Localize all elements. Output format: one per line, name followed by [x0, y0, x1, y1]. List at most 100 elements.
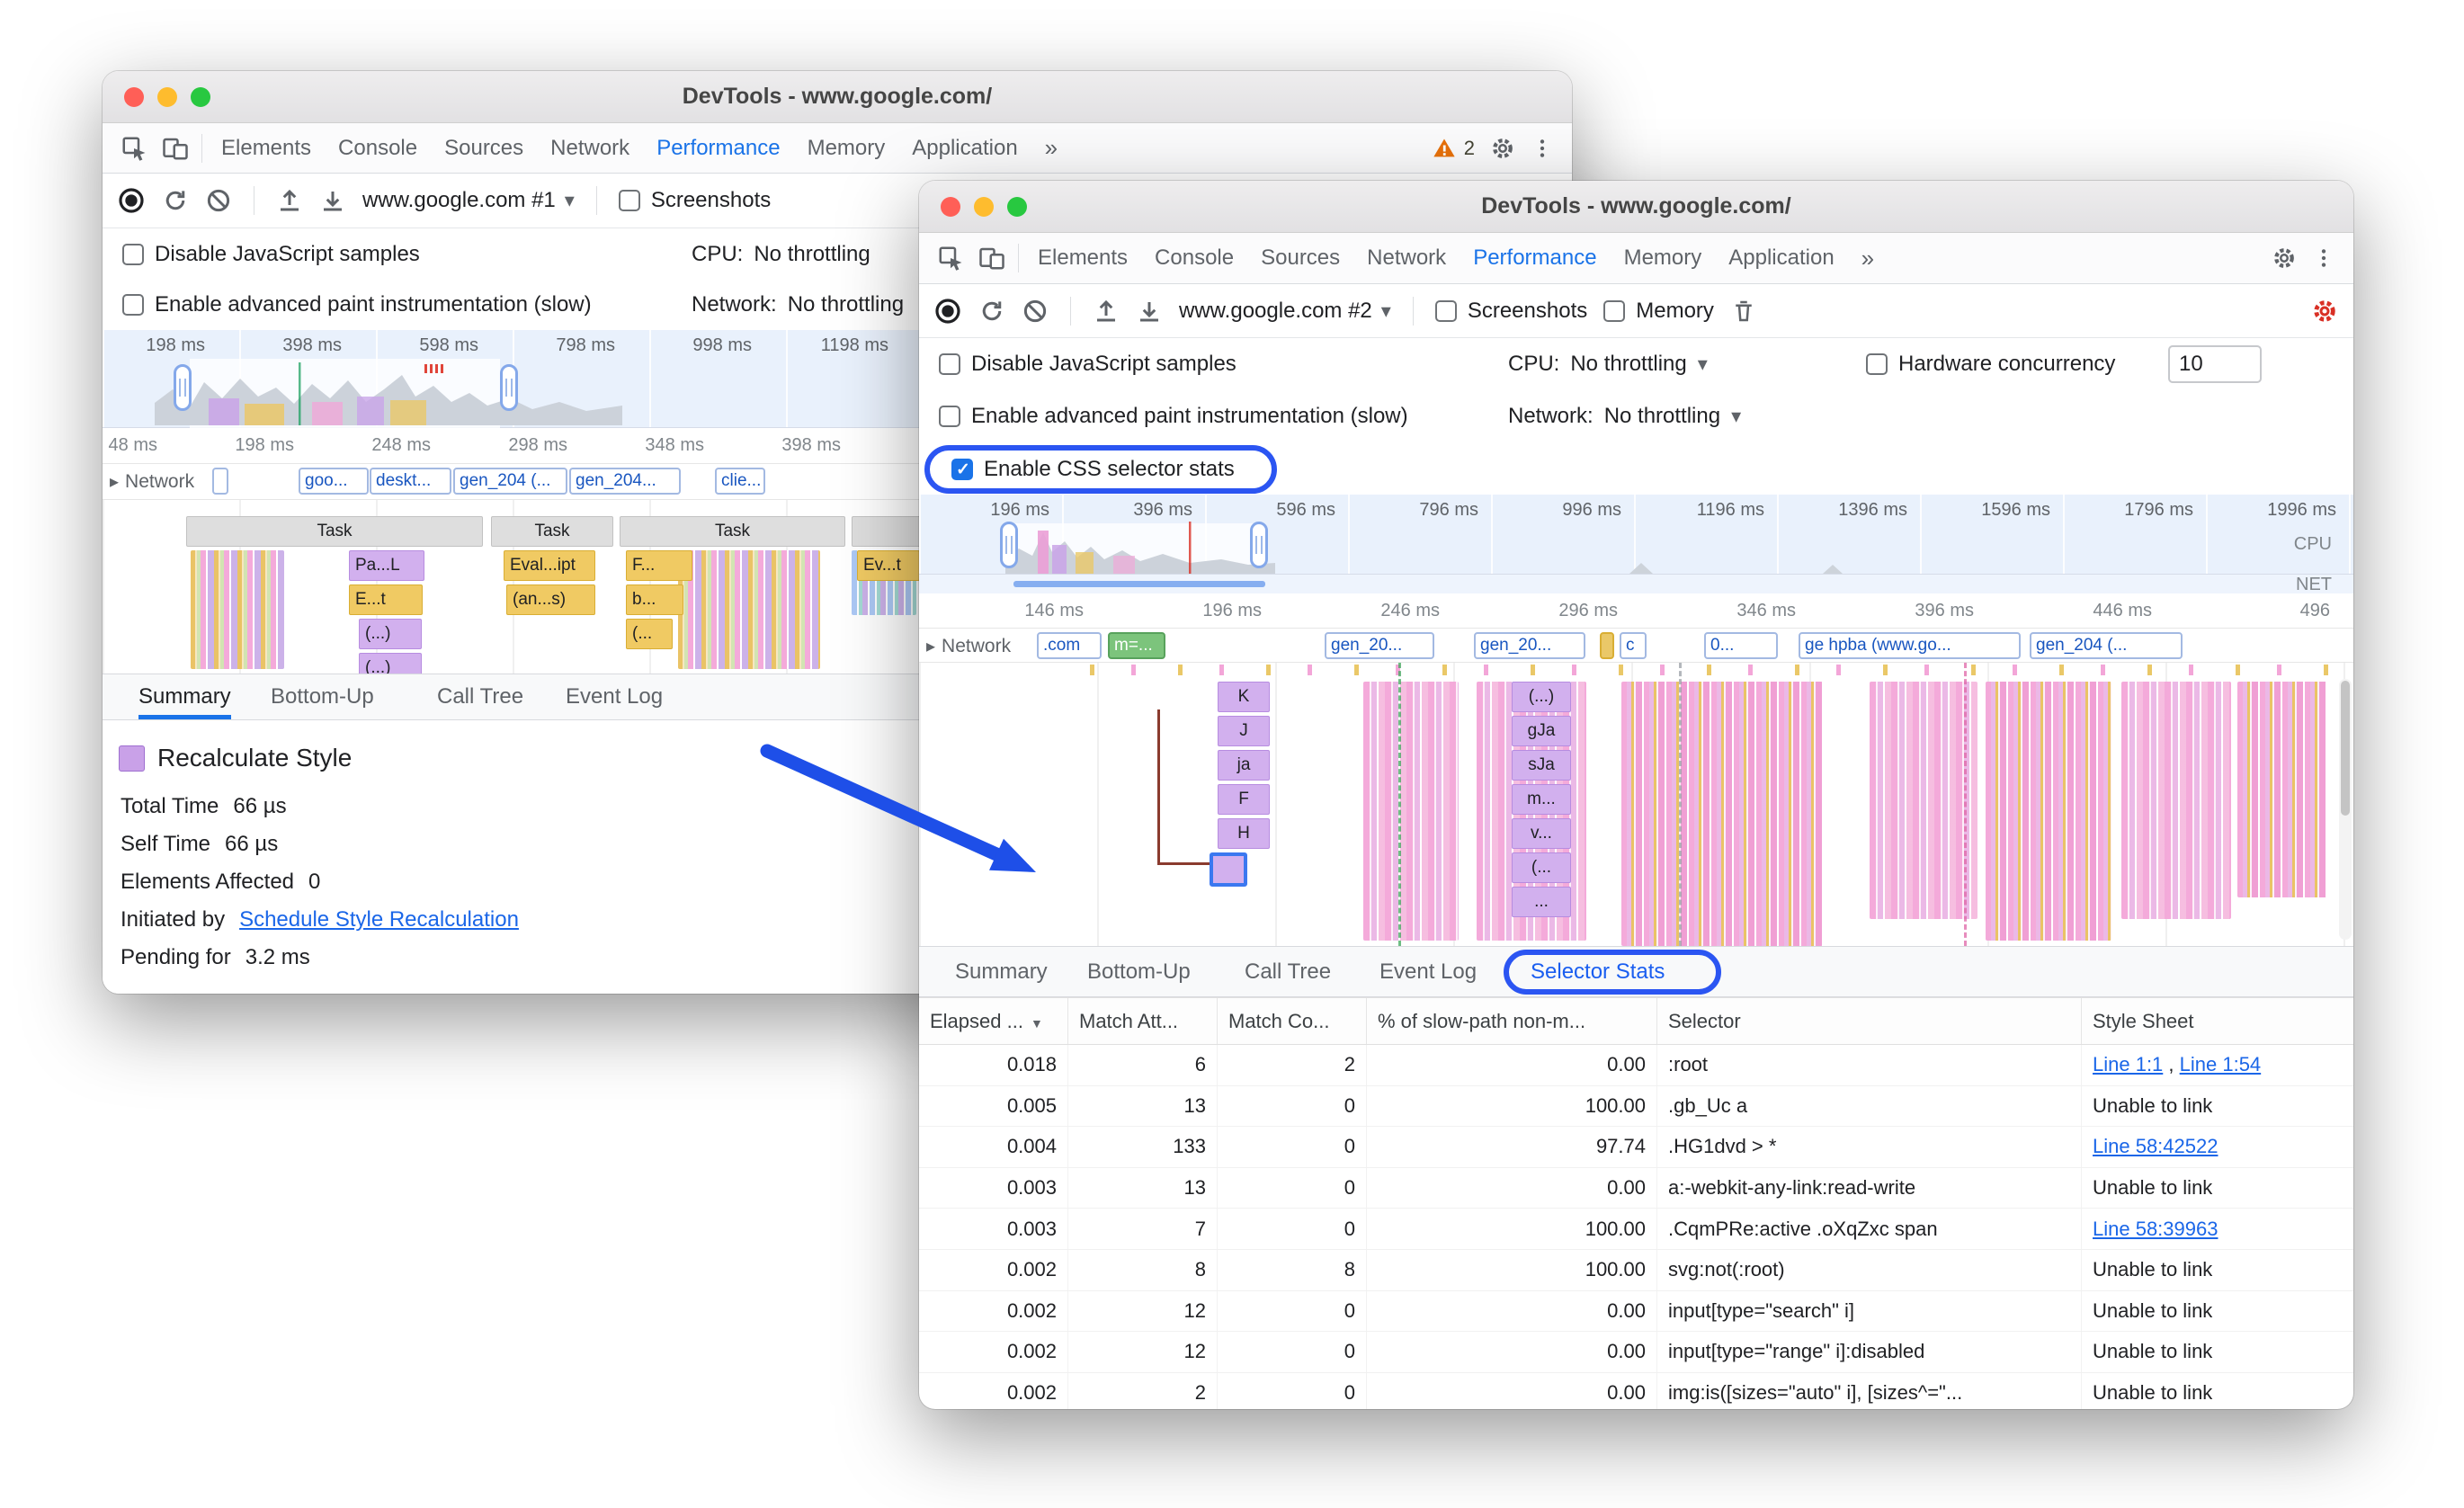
checkbox-box[interactable] [1866, 352, 1888, 375]
close-button[interactable] [124, 87, 144, 107]
tab-summary[interactable]: Summary [955, 947, 1048, 996]
network-throttling-group[interactable]: Network: No throttling [692, 292, 904, 317]
network-request[interactable]: ge hpba (www.go... [1799, 632, 2021, 659]
kebab-menu-icon[interactable] [2312, 246, 2335, 270]
network-request[interactable]: deskt... [370, 468, 451, 495]
flame-entry[interactable]: ... [1512, 887, 1571, 917]
checkbox-box[interactable] [951, 458, 973, 480]
network-track-label[interactable]: Network [926, 635, 1011, 657]
record-icon[interactable] [117, 186, 146, 215]
tab-sources[interactable]: Sources [1247, 245, 1353, 271]
screenshots-checkbox[interactable]: Screenshots [1434, 299, 1587, 324]
tab-elements[interactable]: Elements [208, 136, 325, 161]
tab-call-tree[interactable]: Call Tree [1245, 947, 1331, 996]
table-row[interactable]: 0.002 12 0 0.00 input[type="search" i] U… [919, 1290, 2353, 1333]
col-selector[interactable]: Selector [1657, 998, 2082, 1044]
table-row[interactable]: 0.018 6 2 0.00 :root Line 1:1 , Line 1:5… [919, 1045, 2353, 1086]
flame-entry[interactable]: Pa...L [349, 550, 424, 581]
warning-icon[interactable] [1432, 136, 1457, 161]
flame-entry[interactable]: Eval...ipt [504, 550, 595, 581]
history-select[interactable]: www.google.com #2 [1179, 299, 1391, 324]
flame-task[interactable]: Task [186, 516, 483, 547]
screenshots-checkbox[interactable]: Screenshots [618, 188, 771, 213]
flame-entry[interactable]: ja [1218, 750, 1270, 781]
flame-task[interactable]: Task [491, 516, 613, 547]
flame-entry[interactable]: Ev...t [857, 550, 920, 581]
flame-entry[interactable]: v... [1512, 818, 1571, 849]
tab-performance[interactable]: Performance [643, 136, 793, 161]
network-request[interactable]: gen_20... [1325, 632, 1434, 659]
col-match-count[interactable]: Match Co... [1218, 998, 1367, 1044]
tab-summary[interactable]: Summary [138, 674, 231, 719]
network-request[interactable]: gen_204... [569, 468, 681, 495]
table-row[interactable]: 0.005 13 0 100.00 .gb_Uc a Unable to lin… [919, 1085, 2353, 1128]
network-request[interactable]: 0... [1704, 632, 1778, 659]
disable-js-checkbox[interactable]: Disable JavaScript samples [939, 352, 1236, 377]
style-sheet-link[interactable]: Line 58:42522 [2093, 1135, 2218, 1158]
device-toolbar-icon[interactable] [971, 245, 1013, 272]
issues-count[interactable]: 2 [1464, 137, 1475, 160]
tab-event-log[interactable]: Event Log [1379, 947, 1477, 996]
tab-console[interactable]: Console [1141, 245, 1247, 271]
flame-entry[interactable]: J [1218, 716, 1270, 746]
network-request[interactable]: c [1620, 632, 1647, 659]
tab-network[interactable]: Network [537, 136, 643, 161]
flame-entry[interactable]: (...) [359, 653, 422, 674]
load-profile-icon[interactable] [276, 187, 303, 214]
reload-icon[interactable] [162, 187, 189, 214]
table-row[interactable]: 0.002 12 0 0.00 input[type="range" i]:di… [919, 1332, 2353, 1373]
hardware-concurrency-input[interactable] [2168, 344, 2262, 383]
reload-icon[interactable] [978, 298, 1005, 325]
timeline-overview[interactable]: 196 ms 396 ms 596 ms 796 ms 996 ms 1196 … [919, 495, 2353, 594]
tab-elements[interactable]: Elements [1024, 245, 1141, 271]
flame-entry[interactable]: F [1218, 784, 1270, 815]
save-profile-icon[interactable] [1136, 298, 1163, 325]
history-select[interactable]: www.google.com #1 [362, 188, 575, 213]
record-icon[interactable] [933, 297, 962, 326]
zoom-button[interactable] [191, 87, 210, 107]
style-sheet-link[interactable]: Line 1:1 [2093, 1053, 2163, 1076]
checkbox-box[interactable] [1434, 299, 1457, 322]
tab-memory[interactable]: Memory [1611, 245, 1716, 271]
load-profile-icon[interactable] [1093, 298, 1120, 325]
network-request[interactable]: m=... [1108, 632, 1165, 659]
settings-gear-icon[interactable] [2271, 245, 2298, 272]
checkbox-box[interactable] [939, 406, 960, 427]
css-selector-stats-checkbox[interactable]: Enable CSS selector stats [951, 457, 1235, 482]
cpu-throttling-group[interactable]: CPU: No throttling [692, 242, 870, 267]
clear-icon[interactable] [205, 187, 232, 214]
settings-gear-icon[interactable] [1489, 135, 1516, 162]
checkbox-box[interactable] [122, 243, 144, 265]
flame-entry[interactable]: b... [626, 584, 683, 615]
network-request[interactable]: gen_204 (... [453, 468, 567, 495]
overview-right-handle[interactable] [1250, 522, 1268, 568]
vertical-scrollbar[interactable] [2339, 679, 2352, 940]
tab-bottom-up[interactable]: Bottom-Up [1087, 947, 1191, 996]
flame-entry[interactable]: E...t [349, 584, 423, 615]
paint-instrumentation-checkbox[interactable]: Enable advanced paint instrumentation (s… [939, 404, 1408, 429]
network-request[interactable]: goo... [299, 468, 369, 495]
kebab-menu-icon[interactable] [1531, 137, 1554, 160]
flame-task[interactable]: Task [620, 516, 845, 547]
checkbox-box[interactable] [122, 294, 144, 316]
network-request[interactable]: clie... [715, 468, 765, 495]
tab-application[interactable]: Application [898, 136, 1031, 161]
inspect-icon[interactable] [113, 135, 155, 162]
flame-entry[interactable]: (...) [359, 619, 422, 649]
col-style-sheet[interactable]: Style Sheet [2082, 998, 2346, 1044]
tab-selector-stats[interactable]: Selector Stats [1531, 947, 1665, 996]
overview-left-handle[interactable] [1000, 522, 1018, 568]
scrollbar-thumb[interactable] [2341, 681, 2350, 816]
capture-settings-gear-icon[interactable] [2310, 297, 2339, 326]
checkbox-box[interactable] [939, 352, 960, 375]
tab-event-log[interactable]: Event Log [566, 674, 663, 719]
selected-flame-entry[interactable] [1210, 852, 1247, 887]
flame-entry[interactable]: sJa [1512, 750, 1571, 781]
flame-entry[interactable]: K [1218, 682, 1270, 712]
table-row[interactable]: 0.002 8 8 100.00 svg:not(:root) Unable t… [919, 1249, 2353, 1291]
tab-bottom-up[interactable]: Bottom-Up [271, 674, 374, 719]
tab-network[interactable]: Network [1353, 245, 1460, 271]
tab-performance[interactable]: Performance [1460, 245, 1610, 271]
style-sheet-link[interactable]: Line 58:39963 [2093, 1218, 2218, 1241]
checkbox-box[interactable] [1603, 299, 1626, 322]
